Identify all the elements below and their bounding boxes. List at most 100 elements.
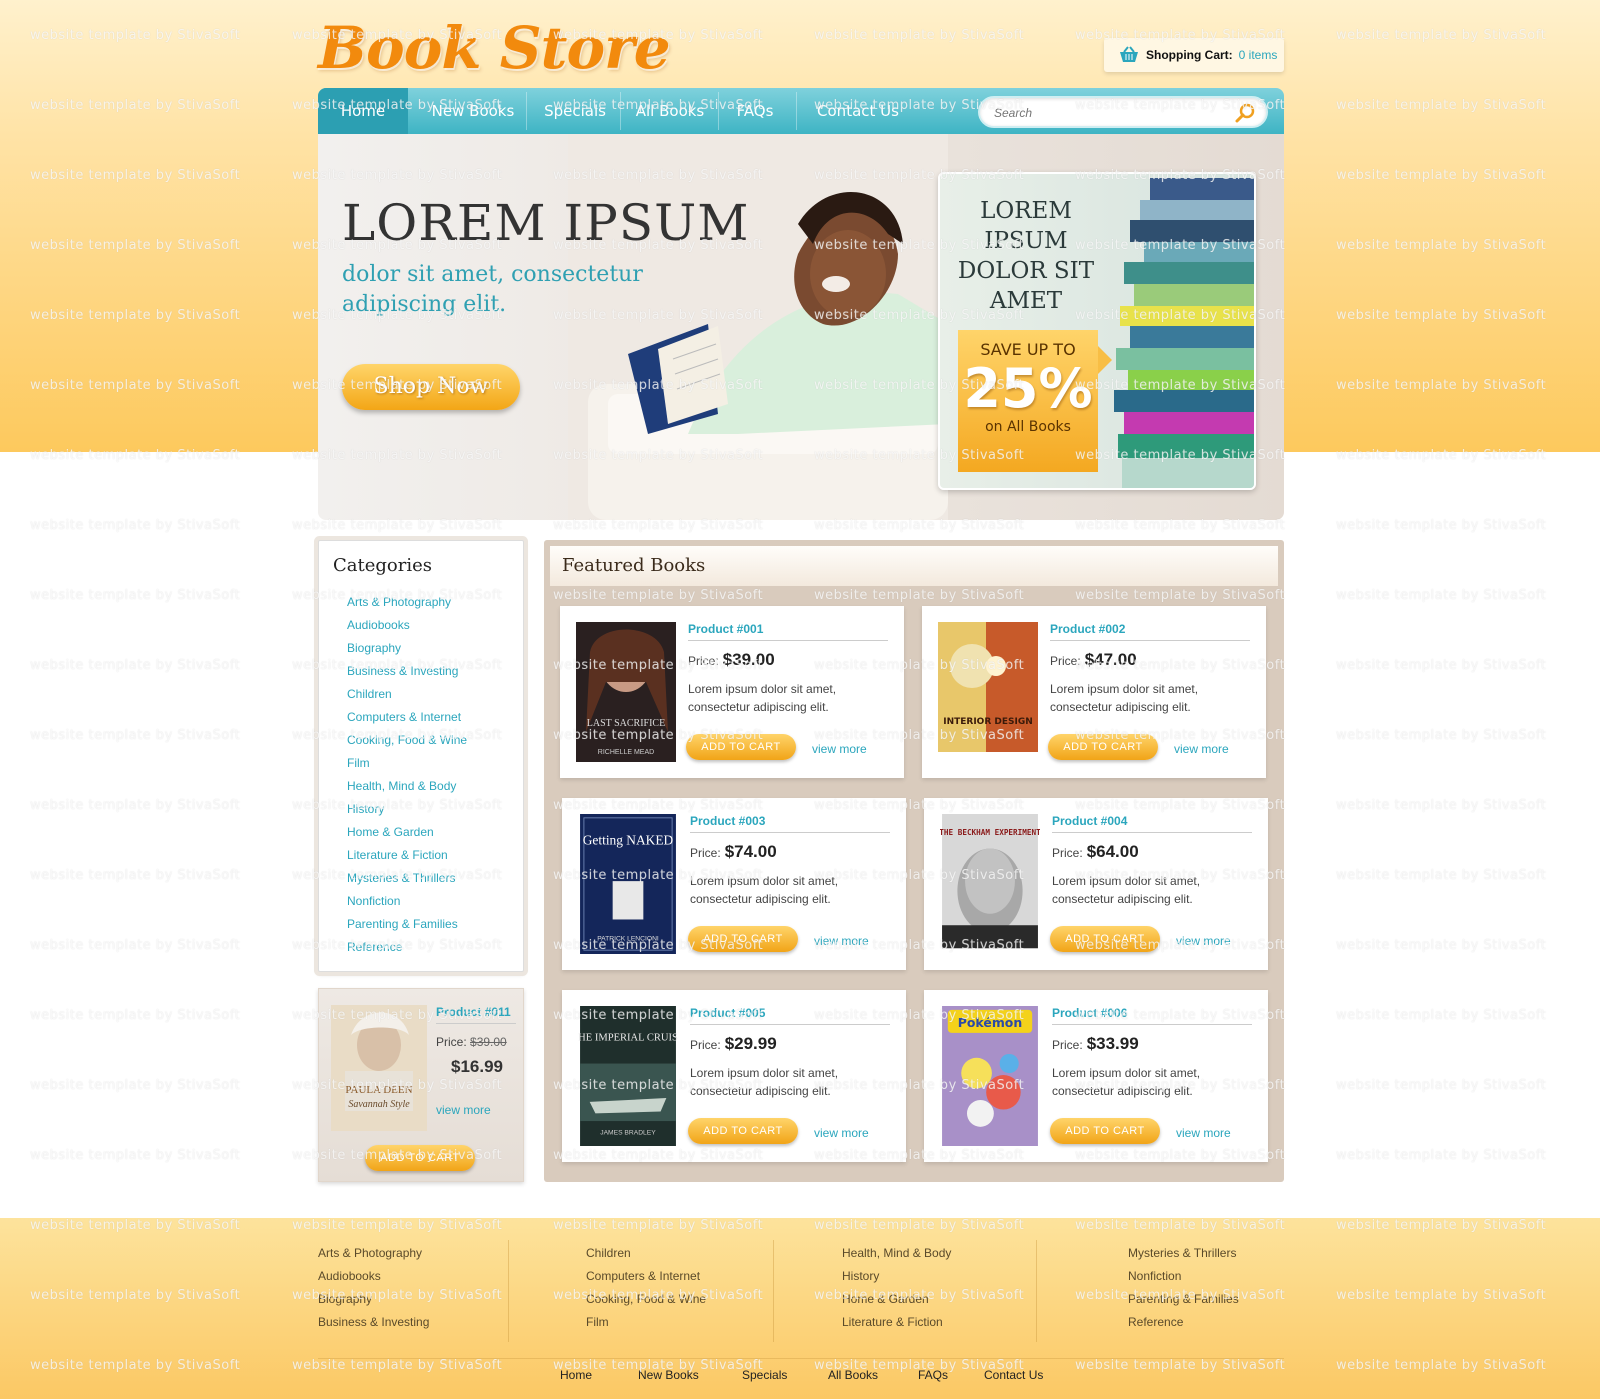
footer-link[interactable]: Children <box>586 1242 706 1265</box>
category-link[interactable]: Health, Mind & Body <box>347 775 467 798</box>
price-row: Price: $74.00 <box>690 842 777 862</box>
add-to-cart-button[interactable]: ADD TO CART <box>686 734 796 760</box>
footer-nav-specials[interactable]: Specials <box>742 1368 787 1382</box>
footer-nav-all-books[interactable]: All Books <box>828 1368 878 1382</box>
footer-link[interactable]: Cooking, Food & Wine <box>586 1288 706 1311</box>
footer-nav-new-books[interactable]: New Books <box>638 1368 699 1382</box>
watermark-text: website template by StivaSoft <box>814 518 1025 533</box>
product-cover-image[interactable]: Getting NAKED PATRICK LENCIONI <box>578 814 678 954</box>
category-link[interactable]: Audiobooks <box>347 614 467 637</box>
footer-link[interactable]: Health, Mind & Body <box>842 1242 951 1265</box>
footer-link[interactable]: History <box>842 1265 951 1288</box>
add-to-cart-button[interactable]: ADD TO CART <box>365 1145 475 1171</box>
price-label: Price: <box>690 846 721 860</box>
footer-link[interactable]: Nonfiction <box>1128 1265 1239 1288</box>
shop-now-button[interactable]: Shop Now <box>342 364 520 410</box>
discount-badge[interactable]: SAVE UP TO 25% on All Books <box>958 330 1098 472</box>
footer-link[interactable]: Arts & Photography <box>318 1242 429 1265</box>
footer-link[interactable]: Audiobooks <box>318 1265 429 1288</box>
category-link[interactable]: Mysteries & Thrillers <box>347 867 467 890</box>
price-label: Price: <box>1052 846 1083 860</box>
footer-link[interactable]: Literature & Fiction <box>842 1311 951 1334</box>
save-percent: 25% <box>963 357 1093 420</box>
footer-link[interactable]: Mysteries & Thrillers <box>1128 1242 1239 1265</box>
add-to-cart-button[interactable]: ADD TO CART <box>688 1118 798 1144</box>
category-link[interactable]: Reference <box>347 936 467 959</box>
cover-author: PATRICK LENCIONI <box>597 936 659 943</box>
category-link[interactable]: Home & Garden <box>347 821 467 844</box>
nav-specials[interactable]: Specials <box>528 88 622 134</box>
footer-link[interactable]: Reference <box>1128 1311 1239 1334</box>
product-name[interactable]: Product #011 <box>436 1005 511 1019</box>
watermark-text: website template by StivaSoft <box>30 868 241 883</box>
footer-link[interactable]: Computers & Internet <box>586 1265 706 1288</box>
product-cover-image[interactable]: INTERIOR DESIGN <box>938 622 1038 762</box>
footer-link[interactable]: Business & Investing <box>318 1311 429 1334</box>
shopping-cart[interactable]: Shopping Cart: 0 items <box>1104 38 1284 72</box>
product-description: Lorem ipsum dolor sit amet, consectetur … <box>1052 1066 1201 1098</box>
footer-link[interactable]: Biography <box>318 1288 429 1311</box>
sale-price: $16.99 <box>451 1057 503 1076</box>
site-logo[interactable]: Book Store <box>318 14 671 82</box>
search-icon[interactable] <box>1234 102 1256 127</box>
product-name[interactable]: Product #002 <box>1050 622 1125 636</box>
product-card: THE BECKHAM EXPERIMENT Product #004 Pric… <box>924 798 1268 970</box>
category-link[interactable]: Children <box>347 683 467 706</box>
view-more-link[interactable]: view more <box>814 934 869 948</box>
category-link[interactable]: Parenting & Families <box>347 913 467 936</box>
add-to-cart-button[interactable]: ADD TO CART <box>1048 734 1158 760</box>
view-more-link[interactable]: view more <box>1174 742 1229 756</box>
nav-faqs[interactable]: FAQs <box>720 88 790 134</box>
featured-books-panel: Featured Books LAST SACRIFICE RICHELLE M… <box>544 540 1284 1182</box>
product-name[interactable]: Product #003 <box>690 814 765 828</box>
product-cover-image[interactable]: THE IMPERIAL CRUISE JAMES BRADLEY <box>578 1006 678 1146</box>
product-name[interactable]: Product #006 <box>1052 1006 1127 1020</box>
basket-icon <box>1118 46 1140 64</box>
category-link[interactable]: Cooking, Food & Wine <box>347 729 467 752</box>
nav-all-books[interactable]: All Books <box>622 88 718 134</box>
footer-links-col-2: Children Computers & Internet Cooking, F… <box>586 1242 706 1334</box>
cart-count[interactable]: 0 items <box>1239 48 1278 62</box>
nav-home[interactable]: Home <box>318 88 408 134</box>
product-name[interactable]: Product #004 <box>1052 814 1127 828</box>
footer-nav-faqs[interactable]: FAQs <box>918 1368 948 1382</box>
view-more-link[interactable]: view more <box>1176 1126 1231 1140</box>
product-cover-image[interactable]: THE BECKHAM EXPERIMENT <box>940 814 1040 954</box>
add-to-cart-button[interactable]: ADD TO CART <box>1050 926 1160 952</box>
product-cover-image[interactable]: LAST SACRIFICE RICHELLE MEAD <box>576 622 676 762</box>
view-more-link[interactable]: view more <box>812 742 867 756</box>
category-link[interactable]: Nonfiction <box>347 890 467 913</box>
product-cover-image[interactable]: Pokémon <box>940 1006 1040 1146</box>
price-label: Price: <box>690 1038 721 1052</box>
footer-link[interactable]: Home & Garden <box>842 1288 951 1311</box>
hero-subtitle: dolor sit amet, consectetur adipiscing e… <box>342 262 643 317</box>
view-more-link[interactable]: view more <box>1176 934 1231 948</box>
watermark-text: website template by StivaSoft <box>553 518 764 533</box>
search-input[interactable] <box>994 103 1224 123</box>
view-more-link[interactable]: view more <box>814 1126 869 1140</box>
category-link[interactable]: Biography <box>347 637 467 660</box>
watermark-text: website template by StivaSoft <box>1336 798 1547 813</box>
nav-contact-us[interactable]: Contact Us <box>798 88 918 134</box>
category-link[interactable]: Business & Investing <box>347 660 467 683</box>
footer-nav-contact-us[interactable]: Contact Us <box>984 1368 1043 1382</box>
nav-new-books[interactable]: New Books <box>418 88 528 134</box>
watermark-text: website template by StivaSoft <box>30 938 241 953</box>
footer-link[interactable]: Parenting & Families <box>1128 1288 1239 1311</box>
footer-link[interactable]: Film <box>586 1311 706 1334</box>
category-link[interactable]: History <box>347 798 467 821</box>
add-to-cart-button[interactable]: ADD TO CART <box>1050 1118 1160 1144</box>
category-link[interactable]: Literature & Fiction <box>347 844 467 867</box>
category-link[interactable]: Arts & Photography <box>347 591 467 614</box>
product-cover-image[interactable]: PAULA DEEN Savannah Style <box>331 1005 427 1131</box>
product-name[interactable]: Product #005 <box>690 1006 765 1020</box>
footer-rule <box>318 1358 1284 1359</box>
category-link[interactable]: Computers & Internet <box>347 706 467 729</box>
footer-nav-home[interactable]: Home <box>560 1368 592 1382</box>
product-name[interactable]: Product #001 <box>688 622 763 636</box>
watermark-text: website template by StivaSoft <box>30 1148 241 1163</box>
product-card: THE IMPERIAL CRUISE JAMES BRADLEY Produc… <box>562 990 906 1162</box>
add-to-cart-button[interactable]: ADD TO CART <box>688 926 798 952</box>
category-link[interactable]: Film <box>347 752 467 775</box>
view-more-link[interactable]: view more <box>436 1103 491 1117</box>
